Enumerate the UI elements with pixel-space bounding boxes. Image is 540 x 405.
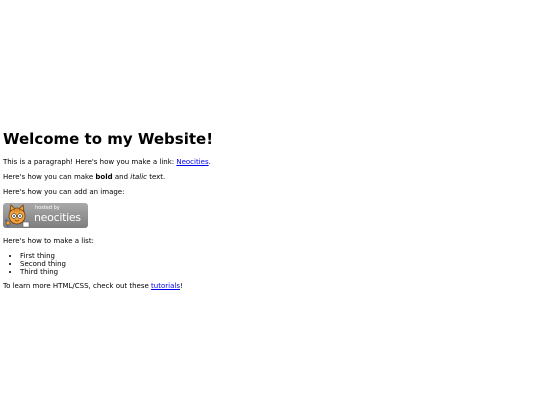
- list-item: Third thing: [20, 268, 533, 276]
- tutorials-end: !: [179, 282, 183, 290]
- tutorials-text: To learn more HTML/CSS, check out these: [3, 282, 152, 290]
- paragraph-text: This is a paragraph! Here's how you make…: [3, 158, 177, 166]
- tutorials-link[interactable]: tutorials: [151, 282, 180, 290]
- formatting-text-after: text.: [146, 173, 166, 181]
- badge-logo-text: neocities: [34, 211, 81, 224]
- paragraph-link: This is a paragraph! Here's how you make…: [3, 158, 533, 167]
- paragraph-end: .: [208, 158, 211, 166]
- formatting-text-middle: and: [112, 173, 131, 181]
- neocities-cat-icon: [4, 204, 30, 228]
- example-list: First thing Second thing Third thing: [3, 252, 533, 276]
- paragraph-formatting: Here's how you can make bold and italic …: [3, 173, 533, 182]
- italic-text: italic: [130, 173, 147, 181]
- page-title: Welcome to my Website!: [3, 130, 214, 148]
- formatting-text-before: Here's how you can make: [3, 173, 96, 181]
- paragraph-list-intro: Here's how to make a list:: [3, 237, 94, 245]
- bold-text: bold: [95, 173, 113, 181]
- neocities-badge-image: hosted by neocities: [3, 203, 88, 228]
- list-item: First thing: [20, 252, 533, 260]
- paragraph-tutorials: To learn more HTML/CSS, check out these …: [3, 282, 533, 291]
- neocities-link[interactable]: Neocities: [176, 158, 208, 166]
- paragraph-image-intro: Here's how you can add an image:: [3, 188, 125, 196]
- list-item: Second thing: [20, 260, 533, 268]
- page-content: Welcome to my Website! This is a paragra…: [3, 130, 533, 297]
